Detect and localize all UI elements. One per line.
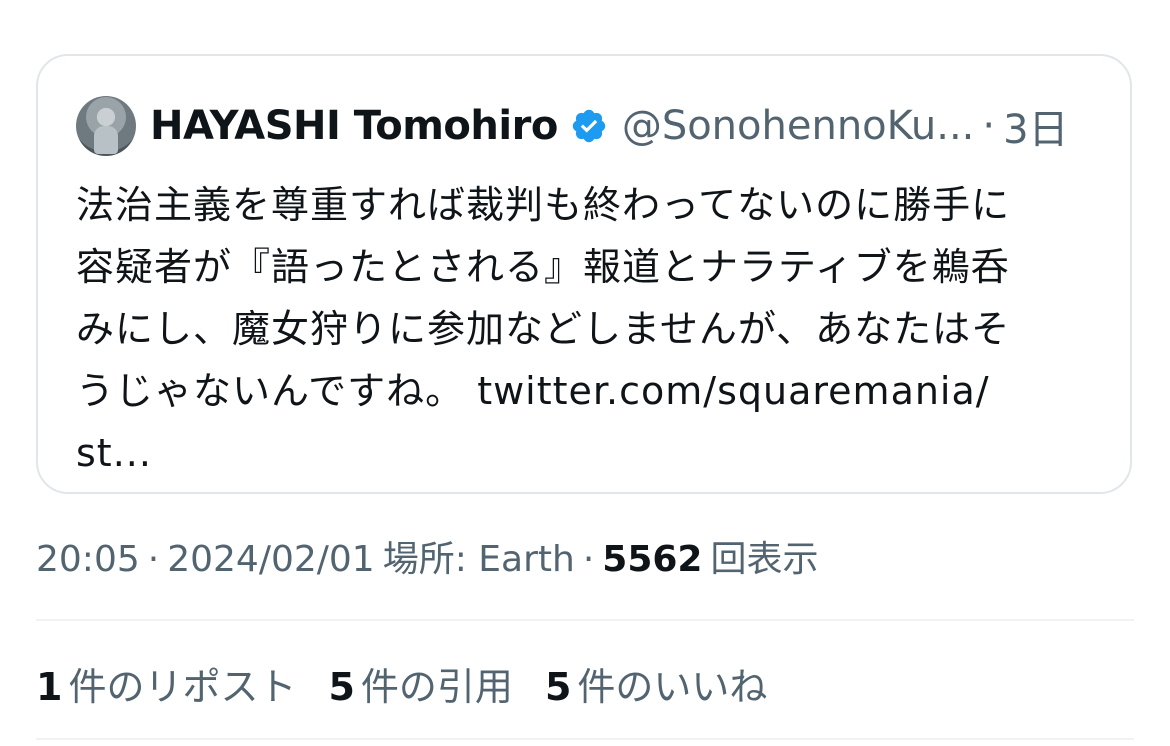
reposts-stat[interactable]: 1 件のリポスト bbox=[36, 656, 296, 711]
header-separator: · bbox=[982, 103, 996, 149]
views-count: 5562 bbox=[602, 539, 703, 580]
tweet-location: 場所: Earth bbox=[382, 539, 575, 580]
quoted-tweet-header: HAYASHI Tomohiro @SonohennoKu... · 3日 bbox=[76, 94, 1069, 158]
quotes-count: 5 bbox=[328, 665, 355, 709]
reposts-count: 1 bbox=[36, 665, 63, 709]
tweet-time[interactable]: 20:05 bbox=[36, 539, 140, 580]
avatar[interactable] bbox=[76, 96, 136, 156]
tweet-text-line: st... bbox=[76, 431, 152, 475]
tweet-age[interactable]: 3日 bbox=[1003, 97, 1068, 155]
tweet-text-line: うじゃないんですね。 twitter.com/squaremania/ bbox=[76, 360, 1096, 422]
meta-separator: · bbox=[582, 539, 595, 580]
reposts-label: 件のリポスト bbox=[68, 665, 297, 709]
divider bbox=[36, 619, 1134, 621]
likes-label: 件のいいね bbox=[577, 665, 768, 709]
tweet-text-line: 法治主義を尊重すれば裁判も終わってないのに勝手に bbox=[76, 183, 1011, 227]
quotes-stat[interactable]: 5 件の引用 bbox=[328, 656, 512, 711]
tweet-date[interactable]: 2024/02/01 bbox=[167, 539, 375, 580]
tweet-text-segment: うじゃないんですね。 bbox=[76, 369, 465, 413]
quoted-tweet-text: 法治主義を尊重すれば裁判も終わってないのに勝手に 容疑者が『語ったとされる』報道… bbox=[76, 174, 1096, 484]
author-handle[interactable]: @SonohennoKu... bbox=[622, 103, 975, 149]
author-display-name[interactable]: HAYASHI Tomohiro bbox=[150, 103, 558, 149]
engagement-stats: 1 件のリポスト 5 件の引用 5 件のいいね bbox=[36, 656, 799, 711]
meta-separator: · bbox=[147, 539, 160, 580]
tweet-link[interactable]: twitter.com/squaremania/ bbox=[477, 369, 989, 413]
views-label: 回表示 bbox=[710, 539, 819, 580]
likes-stat[interactable]: 5 件のいいね bbox=[545, 656, 767, 711]
quotes-label: 件の引用 bbox=[360, 665, 513, 709]
quoted-tweet-card[interactable]: HAYASHI Tomohiro @SonohennoKu... · 3日 法治… bbox=[36, 54, 1132, 494]
verified-badge-icon bbox=[572, 109, 606, 143]
likes-count: 5 bbox=[544, 665, 572, 709]
tweet-meta: 20:05 · 2024/02/01 場所: Earth · 5562 回表示 bbox=[36, 530, 819, 582]
divider bbox=[36, 738, 1134, 740]
tweet-text-line: 容疑者が『語ったとされる』報道とナラティブを鵜呑 bbox=[76, 245, 1010, 289]
tweet-text-line: みにし、魔女狩りに参加などしませんが、あなたはそ bbox=[76, 307, 1011, 351]
